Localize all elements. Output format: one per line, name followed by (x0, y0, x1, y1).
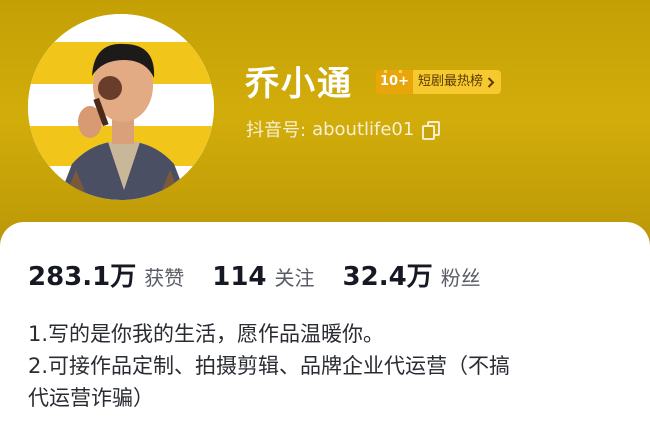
profile-name: 乔小通 (245, 64, 353, 104)
following-count: 114 (212, 262, 267, 292)
bio-line-2: 2.可接作品定制、拍摄剪辑、品牌企业代运营（不搞 (28, 354, 511, 378)
profile-info-card: 283.1万 获赞 114 关注 32.4万 粉丝 1.写的是你我的生活，愿作品… (0, 222, 650, 422)
bio-line-1: 1.写的是你我的生活，愿作品温暖你。 (28, 322, 385, 346)
rank-label-wrap: 短剧最热榜 (412, 70, 501, 94)
stats-row: 283.1万 获赞 114 关注 32.4万 粉丝 (28, 256, 481, 293)
stat-followers[interactable]: 32.4万 粉丝 (343, 256, 481, 293)
likes-label: 获赞 (144, 266, 185, 290)
rank-label: 短剧最热榜 (417, 74, 483, 89)
followers-label: 粉丝 (440, 266, 481, 290)
rank-number: 10+ (376, 70, 413, 94)
avatar-photo (28, 14, 214, 200)
douyin-id-row: 抖音号: aboutlife01 (246, 116, 441, 142)
stat-likes[interactable]: 283.1万 获赞 (28, 256, 184, 293)
bio-line-3: 代运营诈骗） (28, 386, 154, 410)
stat-following[interactable]: 114 关注 (212, 262, 314, 292)
hot-rank-badge[interactable]: 10+ 短剧最热榜 (376, 70, 501, 94)
profile-bio: 1.写的是你我的生活，愿作品温暖你。 2.可接作品定制、拍摄剪辑、品牌企业代运营… (28, 318, 638, 414)
copy-icon[interactable] (422, 121, 441, 140)
followers-count: 32.4万 (342, 262, 433, 292)
douyin-id-label: 抖音号: (246, 120, 307, 141)
following-label: 关注 (274, 266, 315, 290)
likes-count: 283.1万 (28, 262, 137, 292)
chevron-right-icon (487, 76, 495, 88)
douyin-id-value: aboutlife01 (312, 118, 415, 140)
avatar[interactable] (28, 14, 214, 200)
